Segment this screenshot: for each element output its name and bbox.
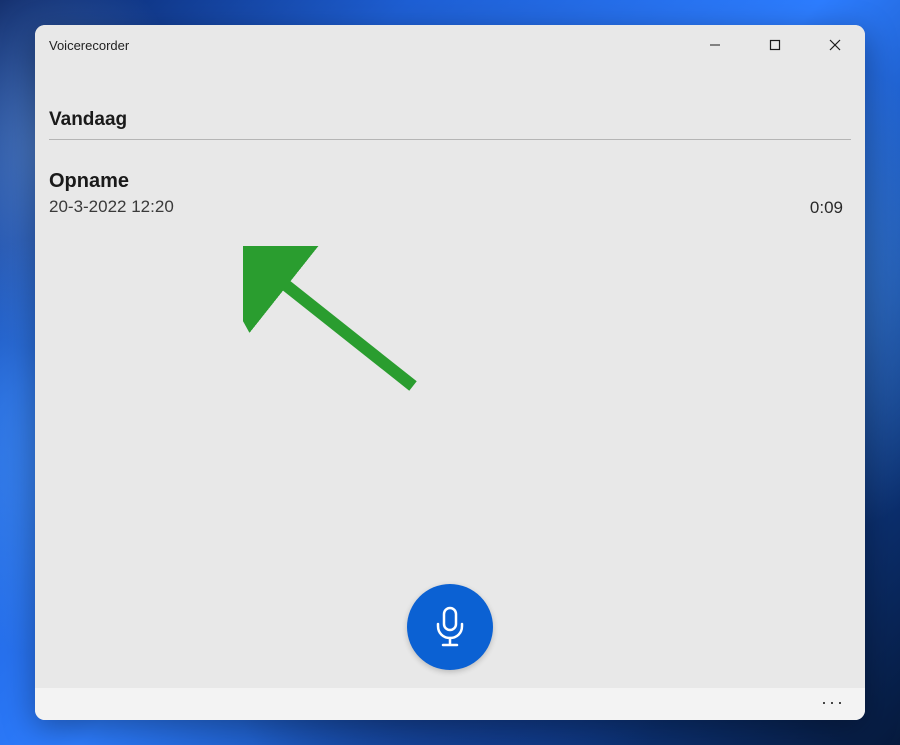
minimize-button[interactable] [685,25,745,65]
window-title: Voicerecorder [49,38,685,53]
recording-info: Opname 20-3-2022 12:20 [49,170,174,217]
section-header: Vandaag [35,65,865,148]
footer-bar: ··· [35,688,865,720]
voicerecorder-window: Voicerecorder Vandaag [35,25,865,720]
recording-title: Opname [49,170,174,193]
titlebar[interactable]: Voicerecorder [35,25,865,65]
close-icon [829,39,841,51]
section-title: Vandaag [49,109,851,137]
window-controls [685,25,865,65]
recording-duration: 0:09 [810,170,851,218]
recording-item[interactable]: Opname 20-3-2022 12:20 0:09 [49,170,851,218]
section-divider [49,139,851,140]
minimize-icon [709,39,721,51]
maximize-button[interactable] [745,25,805,65]
record-button[interactable] [407,584,493,670]
maximize-icon [769,39,781,51]
content-area [35,218,865,688]
recording-timestamp: 20-3-2022 12:20 [49,197,174,217]
annotation-arrow-icon [243,246,443,416]
close-button[interactable] [805,25,865,65]
recording-list: Opname 20-3-2022 12:20 0:09 [35,148,865,218]
more-icon: ··· [821,692,845,712]
microphone-icon [431,606,469,648]
more-button[interactable]: ··· [821,693,845,715]
